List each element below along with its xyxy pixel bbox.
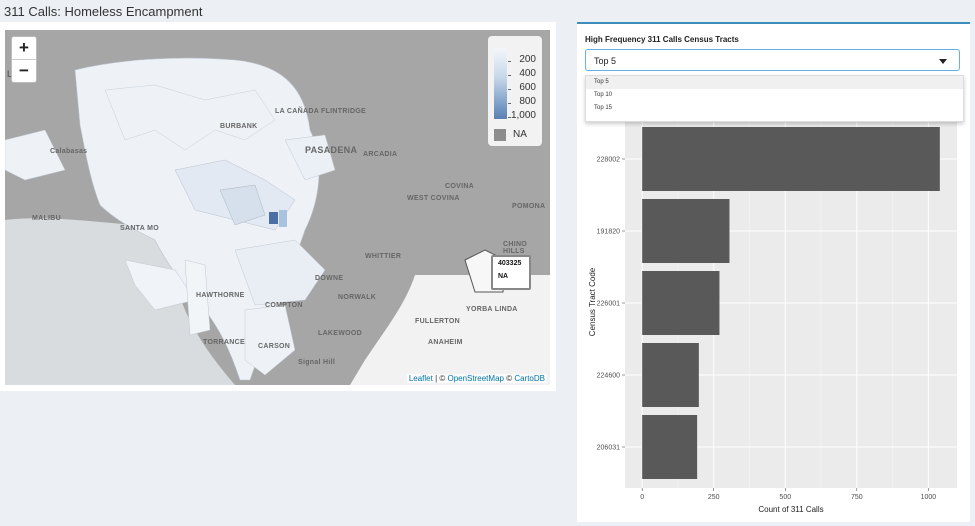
map-tooltip: 403325 NA	[491, 255, 531, 290]
tooltip-value: NA	[498, 273, 509, 280]
leaflet-link[interactable]: Leaflet	[409, 374, 433, 383]
bar	[642, 127, 940, 191]
bar	[642, 271, 720, 335]
zoom-in-button[interactable]: +	[12, 37, 36, 59]
dropdown-option[interactable]: Top 5	[586, 76, 963, 89]
y-tick-label: 224600	[597, 373, 620, 380]
x-tick-label: 0	[640, 494, 644, 501]
y-axis-label: Census Tract Code	[588, 267, 597, 336]
legend-tick	[508, 61, 511, 62]
x-tick-label: 1000	[921, 494, 937, 501]
place-label: SANTA MO	[120, 225, 159, 232]
place-label: WEST COVINA	[407, 195, 460, 202]
place-label: WHITTIER	[365, 253, 402, 260]
x-axis-label: Count of 311 Calls	[758, 505, 823, 514]
bar	[642, 415, 698, 479]
place-label: YORBA LINDA	[466, 306, 518, 313]
place-label: LAKEWOOD	[318, 330, 363, 337]
legend-tick	[508, 89, 511, 90]
legend-label: 400	[519, 68, 536, 79]
place-label: POMONA	[512, 203, 546, 210]
y-tick-label: 191820	[597, 229, 620, 236]
place-label: TORRANCE	[203, 339, 245, 346]
map-legend: 200 400 600 800 1,000 NA	[488, 36, 542, 146]
attribution-sep: ©	[503, 374, 515, 383]
place-label: HAWTHORNE	[196, 292, 245, 299]
x-tick-label: 500	[779, 494, 791, 501]
legend-tick	[508, 103, 511, 104]
x-tick-label: 250	[708, 494, 720, 501]
place-label: ARCADIA	[363, 151, 398, 158]
legend-gradient	[494, 48, 507, 119]
legend-label: 200	[519, 54, 536, 65]
zoom-out-button[interactable]: −	[12, 59, 36, 82]
place-label: COVINA	[445, 183, 475, 190]
zoom-control: + −	[11, 36, 37, 83]
select-dropdown: Top 5 Top 10 Top 15	[585, 75, 964, 122]
map-attribution: Leaflet | © OpenStreetMap © CartoDB	[406, 374, 547, 383]
place-label: ANAHEIM	[428, 339, 463, 346]
place-label: COMPTON	[265, 302, 303, 309]
y-tick-label: 206031	[597, 445, 620, 452]
tooltip-tract: 403325	[498, 260, 522, 267]
place-label: PASADENA	[305, 145, 358, 155]
chevron-down-icon[interactable]	[939, 59, 947, 64]
place-label: LA CAÑADA FLINTRIDGE	[275, 108, 367, 115]
page-title: 311 Calls: Homeless Encampment	[4, 4, 203, 19]
dropdown-option[interactable]: Top 10	[586, 89, 963, 102]
map-canvas[interactable]	[5, 30, 550, 385]
legend-tick	[508, 75, 511, 76]
osm-link[interactable]: OpenStreetMap	[447, 374, 503, 383]
legend-label: 600	[519, 82, 536, 93]
y-tick-label: 228002	[597, 157, 620, 164]
place-label: NORWALK	[338, 294, 377, 301]
dropdown-option[interactable]: Top 15	[586, 102, 963, 115]
place-label: FULLERTON	[415, 318, 460, 325]
chart-panel: 0 250 500 750 1000 228002 191820 226001 224600 20…	[577, 22, 970, 522]
attribution-sep: | ©	[432, 374, 448, 383]
select-value: Top 5	[594, 56, 617, 66]
place-label: CARSON	[258, 343, 291, 350]
y-tick-label: 226001	[597, 301, 620, 308]
place-label: BURBANK	[220, 123, 258, 130]
map-panel: + − 200 400 600 800 1,000 NA 403325 NA L…	[0, 22, 556, 391]
place-label: Calabasas	[50, 148, 88, 155]
place-label: MALIBU	[32, 215, 62, 222]
selector-label: High Frequency 311 Calls Census Tracts	[585, 35, 739, 44]
x-tick-label: 750	[851, 494, 863, 501]
legend-na-swatch	[494, 129, 506, 141]
cartodb-link[interactable]: CartoDB	[514, 374, 545, 383]
legend-label: 1,000	[510, 110, 536, 121]
bar	[642, 343, 699, 407]
legend-label: 800	[519, 96, 536, 107]
legend-na-label: NA	[513, 129, 527, 140]
choropleth-map[interactable]: + − 200 400 600 800 1,000 NA 403325 NA L…	[5, 30, 550, 385]
tract-count-select[interactable]: Top 5	[585, 49, 960, 71]
place-label: CHINO HILLS	[503, 241, 528, 255]
place-label: Signal Hill	[298, 359, 336, 366]
place-label: DOWNE	[315, 275, 344, 282]
bar	[642, 199, 730, 263]
